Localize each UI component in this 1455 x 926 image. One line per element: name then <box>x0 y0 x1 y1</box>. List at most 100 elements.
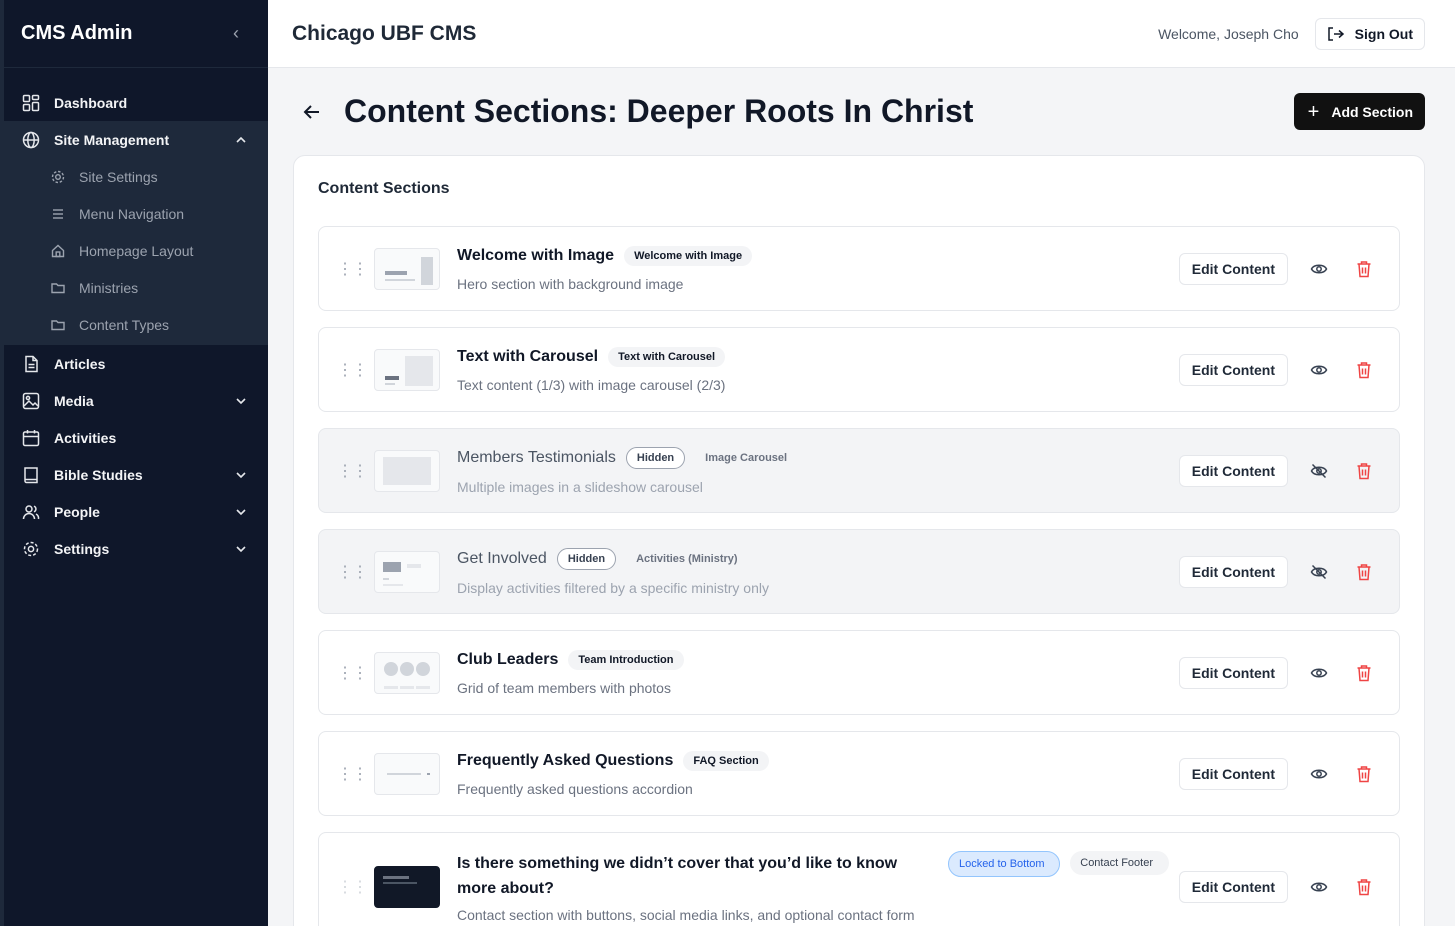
users-icon <box>21 502 41 522</box>
sign-out-label: Sign Out <box>1354 25 1413 42</box>
image-icon <box>21 391 41 411</box>
sidebar-item-activities[interactable]: Activities <box>4 419 268 456</box>
section-row-hidden[interactable]: ⋮⋮ Members Testimonials Hidden Image Car… <box>318 428 1400 513</box>
sidebar-subitem-menu-navigation[interactable]: Menu Navigation <box>4 195 268 232</box>
drag-handle-icon[interactable]: ⋮⋮ <box>337 562 368 582</box>
section-row[interactable]: ⋮⋮ Text with Carousel Text with Carousel… <box>318 327 1400 412</box>
edit-content-button[interactable]: Edit Content <box>1178 252 1288 285</box>
sidebar-subitem-site-settings[interactable]: Site Settings <box>4 158 268 195</box>
trash-icon[interactable] <box>1351 559 1377 585</box>
trash-icon[interactable] <box>1351 761 1377 787</box>
eye-icon[interactable] <box>1306 357 1332 383</box>
edit-content-button[interactable]: Edit Content <box>1178 757 1288 790</box>
sidebar-item-label: Site Management <box>54 131 170 148</box>
welcome-text: Welcome, Joseph Cho <box>1158 25 1299 42</box>
trash-icon[interactable] <box>1351 874 1377 900</box>
collapse-sidebar-icon[interactable]: ‹ <box>226 23 246 44</box>
chevron-down-icon <box>234 394 248 408</box>
section-row-hidden[interactable]: ⋮⋮ Get Involved Hidden Activities (Minis… <box>318 529 1400 614</box>
sidebar-item-label: Articles <box>54 355 106 372</box>
edit-content-button[interactable]: Edit Content <box>1178 555 1288 588</box>
chevron-down-icon <box>234 542 248 556</box>
eye-off-icon[interactable] <box>1306 559 1332 585</box>
drag-handle-icon[interactable]: ⋮⋮ <box>337 259 368 279</box>
sidebar-subitem-content-types[interactable]: Content Types <box>4 306 268 343</box>
sidebar-item-articles[interactable]: Articles <box>4 345 268 382</box>
drag-handle-icon[interactable]: ⋮⋮ <box>337 360 368 380</box>
section-row-locked[interactable]: ⋮⋮ Is there something we didn’t cover th… <box>318 832 1400 926</box>
sidebar-subitem-label: Homepage Layout <box>79 242 194 259</box>
globe-icon <box>21 130 41 150</box>
trash-icon[interactable] <box>1351 660 1377 686</box>
plus-icon: + <box>1307 100 1320 123</box>
section-title: Is there something we didn’t cover that … <box>457 855 898 897</box>
dashboard-icon <box>21 93 41 113</box>
edit-content-button[interactable]: Edit Content <box>1178 656 1288 689</box>
drag-handle-icon[interactable]: ⋮⋮ <box>337 461 368 481</box>
chevron-up-icon <box>234 133 248 147</box>
section-row[interactable]: ⋮⋮ Welcome with Image Welcome with Image… <box>318 226 1400 311</box>
edit-content-button[interactable]: Edit Content <box>1178 353 1288 386</box>
eye-off-icon[interactable] <box>1306 458 1332 484</box>
sidebar-subitem-label: Site Settings <box>79 168 158 185</box>
card-title: Content Sections <box>318 180 450 197</box>
trash-icon[interactable] <box>1351 357 1377 383</box>
chevron-down-icon <box>234 505 248 519</box>
eye-icon[interactable] <box>1306 761 1332 787</box>
page-header: Content Sections: Deeper Roots In Christ… <box>293 68 1425 155</box>
eye-icon[interactable] <box>1306 660 1332 686</box>
section-title: Frequently Asked Questions <box>457 751 674 769</box>
sidebar-item-people[interactable]: People <box>4 493 268 530</box>
section-thumbnail <box>374 550 440 593</box>
home-icon <box>50 243 66 259</box>
sign-out-button[interactable]: Sign Out <box>1314 17 1425 50</box>
locked-badge: Locked to Bottom <box>947 851 1061 877</box>
sidebar-item-media[interactable]: Media <box>4 382 268 419</box>
edit-content-button[interactable]: Edit Content <box>1178 871 1288 903</box>
back-arrow-icon[interactable] <box>300 100 324 124</box>
sidebar-item-label: Bible Studies <box>54 466 143 483</box>
eye-icon[interactable] <box>1306 256 1332 282</box>
section-description: Display activities filtered by a specifi… <box>457 579 769 596</box>
sidebar-item-settings[interactable]: Settings <box>4 530 268 567</box>
sidebar-subitem-homepage-layout[interactable]: Homepage Layout <box>4 232 268 269</box>
gear-icon <box>50 169 66 185</box>
section-title: Club Leaders <box>457 650 559 668</box>
calendar-icon <box>21 428 41 448</box>
section-type-badge: FAQ Section <box>683 750 769 771</box>
section-type-badge: Text with Carousel <box>608 346 726 367</box>
drag-handle-icon[interactable]: ⋮⋮ <box>337 764 368 784</box>
sidebar-item-site-management[interactable]: Site Management <box>4 121 268 158</box>
section-type-badge: Contact Footer <box>1070 851 1169 875</box>
section-thumbnail <box>374 449 440 492</box>
add-section-button[interactable]: + Add Section <box>1293 93 1425 130</box>
sidebar-item-dashboard[interactable]: Dashboard <box>4 84 268 121</box>
section-thumbnail <box>374 752 440 795</box>
sidebar-title: CMS Admin <box>21 22 133 44</box>
edit-content-button[interactable]: Edit Content <box>1178 454 1288 487</box>
section-row[interactable]: ⋮⋮ Frequently Asked Questions FAQ Sectio… <box>318 731 1400 816</box>
sidebar-subitem-ministries[interactable]: Ministries <box>4 269 268 306</box>
section-description: Contact section with buttons, social med… <box>457 907 915 923</box>
content-sections-card: Content Sections ⋮⋮ Welcome with Image W… <box>293 155 1425 926</box>
section-row[interactable]: ⋮⋮ Club Leaders Team Introduction Grid o… <box>318 630 1400 715</box>
book-icon <box>21 465 41 485</box>
section-title: Welcome with Image <box>457 246 615 264</box>
section-thumbnail <box>374 247 440 290</box>
section-thumbnail <box>374 866 440 908</box>
section-type-badge: Activities (Ministry) <box>636 552 738 565</box>
sign-out-icon <box>1327 26 1345 42</box>
file-icon <box>21 354 41 374</box>
section-thumbnail <box>374 651 440 694</box>
drag-handle-icon[interactable]: ⋮⋮ <box>337 663 368 683</box>
section-description: Multiple images in a slideshow carousel <box>457 478 703 495</box>
sidebar-item-bible-studies[interactable]: Bible Studies <box>4 456 268 493</box>
eye-icon[interactable] <box>1306 874 1332 900</box>
section-description: Frequently asked questions accordion <box>457 780 693 797</box>
sidebar-item-label: Activities <box>54 429 117 446</box>
section-title: Get Involved <box>457 549 547 567</box>
section-title: Members Testimonials <box>457 448 616 466</box>
trash-icon[interactable] <box>1351 256 1377 282</box>
section-description: Grid of team members with photos <box>457 679 671 696</box>
trash-icon[interactable] <box>1351 458 1377 484</box>
